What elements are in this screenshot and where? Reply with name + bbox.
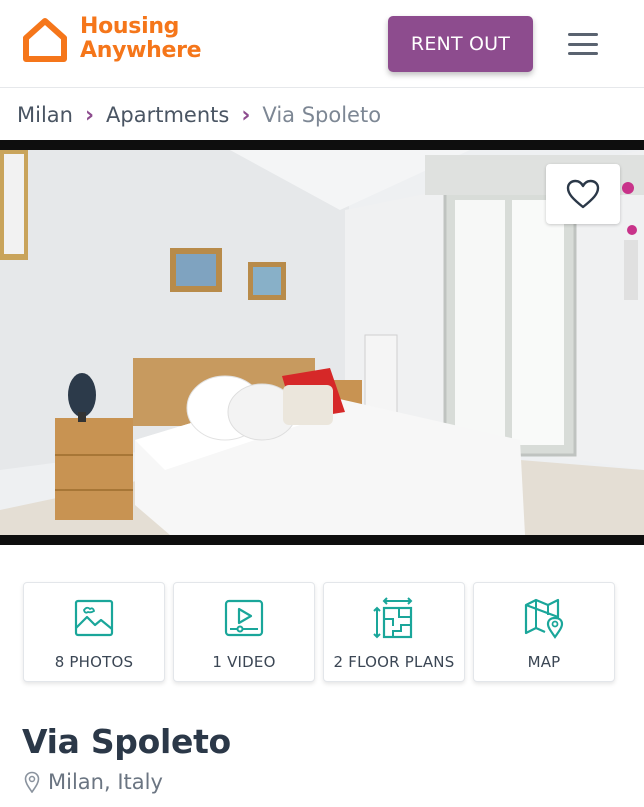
logo-text-line2: Anywhere: [80, 38, 202, 63]
map-icon: [523, 597, 565, 639]
map-tile[interactable]: MAP: [473, 582, 615, 682]
hamburger-menu-icon[interactable]: [568, 33, 598, 55]
housing-anywhere-logo[interactable]: Housing Anywhere: [20, 14, 202, 64]
photos-tile[interactable]: 8 PHOTOS: [23, 582, 165, 682]
map-tile-label: MAP: [527, 653, 561, 671]
floor-plans-tile-label: 2 FLOOR PLANS: [333, 653, 455, 671]
listing-location: Milan, Italy: [24, 770, 163, 794]
floor-plan-icon: [373, 597, 415, 639]
location-pin-icon: [24, 771, 40, 793]
heart-icon: [566, 179, 600, 209]
photos-tile-label: 8 PHOTOS: [54, 653, 134, 671]
photos-icon: [73, 597, 115, 639]
video-icon: [223, 597, 265, 639]
chevron-right-icon: ›: [241, 102, 251, 128]
logo-text-line1: Housing: [80, 14, 180, 39]
media-tiles: 8 PHOTOS 1 VIDEO 2 FLOOR PLANS MAP: [23, 582, 615, 682]
listing-title: Via Spoleto: [22, 722, 231, 761]
chevron-right-icon: ›: [84, 102, 95, 128]
house-logo-icon: [23, 18, 67, 62]
breadcrumb-item-current: Via Spoleto: [262, 103, 382, 127]
floor-plans-tile[interactable]: 2 FLOOR PLANS: [323, 582, 465, 682]
favorite-button[interactable]: [546, 164, 620, 224]
video-tile-label: 1 VIDEO: [212, 653, 276, 671]
rent-out-button[interactable]: RENT OUT: [388, 16, 533, 72]
listing-location-text: Milan, Italy: [48, 770, 163, 794]
breadcrumb-item-milan[interactable]: Milan: [17, 103, 73, 127]
breadcrumb-item-apartments[interactable]: Apartments: [106, 103, 229, 127]
breadcrumb: Milan › Apartments › Via Spoleto: [17, 100, 381, 130]
top-header: Housing Anywhere RENT OUT: [0, 0, 644, 88]
video-tile[interactable]: 1 VIDEO: [173, 582, 315, 682]
